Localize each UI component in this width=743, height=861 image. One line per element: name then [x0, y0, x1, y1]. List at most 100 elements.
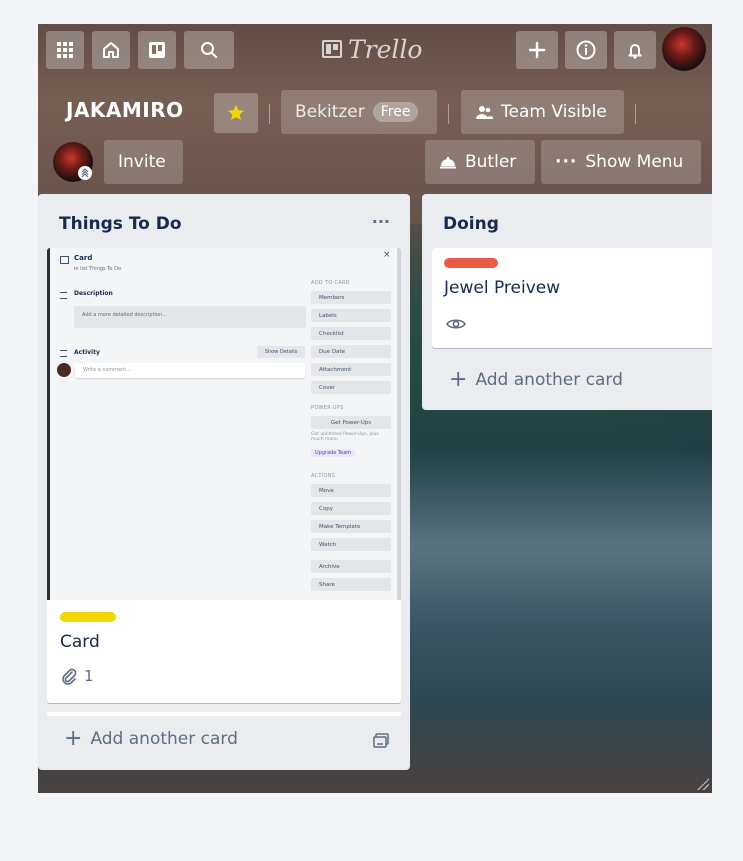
preview-comment-box: Write a comment... — [75, 363, 305, 378]
show-menu-button[interactable]: ··· Show Menu — [541, 140, 701, 184]
header-divider — [448, 104, 449, 124]
header-divider — [269, 104, 270, 124]
add-card-label: Add another card — [90, 729, 238, 749]
board-canvas: Trello JAKAMIRO Bekitzer Free Team Visib… — [38, 24, 712, 793]
invite-label: Invite — [118, 152, 166, 172]
visibility-button[interactable]: Team Visible — [461, 90, 624, 134]
preview-add-item: Attachment — [311, 363, 391, 376]
card-label-red[interactable] — [444, 258, 498, 268]
description-icon — [60, 292, 67, 299]
member-avatar[interactable] — [662, 27, 706, 71]
header-divider — [635, 104, 636, 124]
invite-button[interactable]: Invite — [104, 140, 183, 184]
paperclip-icon — [62, 668, 77, 685]
trello-logo-icon — [322, 40, 342, 58]
preview-show-details-label: Show Details — [264, 349, 298, 355]
preview-power-ups-heading: POWER-UPS — [311, 405, 344, 411]
search-button[interactable] — [184, 31, 234, 69]
list-footer-divider — [47, 712, 401, 716]
resize-handle[interactable] — [697, 778, 709, 790]
card-cover-image: Card in list Things To Do × Description … — [47, 248, 401, 600]
more-dots-icon: ··· — [555, 152, 578, 172]
preview-action-item: Watch — [311, 538, 391, 551]
butler-button[interactable]: Butler — [425, 140, 535, 184]
create-from-template-button[interactable] — [372, 732, 390, 754]
card-jewel-preivew[interactable]: Jewel Preivew — [432, 248, 712, 348]
add-card-button[interactable]: + Add another card — [64, 728, 238, 750]
home-button[interactable] — [92, 31, 130, 69]
team-plan-badge: Free — [372, 102, 419, 122]
search-icon — [201, 42, 218, 59]
watching-eye-icon — [446, 319, 466, 329]
preview-in-list: in list Things To Do — [74, 266, 121, 272]
team-name: Bekitzer — [295, 102, 365, 122]
preview-card-title: Card — [74, 254, 93, 262]
card-icon — [60, 256, 69, 264]
boards-button[interactable] — [138, 31, 176, 69]
preview-action-item: Copy — [311, 502, 391, 515]
preview-action-item: Make Template — [311, 520, 391, 533]
preview-add-item: Members — [311, 291, 391, 304]
add-card-label: Add another card — [475, 370, 623, 390]
preview-action-item: Move — [311, 484, 391, 497]
butler-label: Butler — [465, 152, 517, 172]
preview-add-item: Cover — [311, 381, 391, 394]
preview-action-item: Archive — [311, 560, 391, 573]
show-menu-label: Show Menu — [585, 152, 684, 172]
visibility-label: Team Visible — [501, 102, 607, 122]
plus-icon: + — [449, 367, 468, 392]
apps-grid-icon — [57, 42, 73, 58]
preview-description-label: Description — [74, 290, 113, 297]
preview-add-item: Checklist — [311, 327, 391, 340]
preview-comment-placeholder: Write a comment... — [83, 367, 131, 373]
plus-icon — [528, 41, 546, 59]
team-visible-icon — [476, 106, 493, 119]
trello-logo[interactable]: Trello — [322, 34, 422, 64]
admin-badge-icon — [78, 166, 92, 180]
bell-icon — [628, 44, 642, 59]
preview-description-box: Add a more detailed description... — [74, 306, 306, 328]
card-title: Jewel Preivew — [444, 278, 561, 298]
list-things-to-do: Things To Do ··· Card in list Things To … — [38, 194, 410, 770]
preview-add-to-card-heading: ADD TO CARD — [311, 280, 350, 286]
star-icon — [228, 105, 244, 120]
info-icon — [576, 40, 596, 60]
list-title[interactable]: Things To Do — [59, 214, 182, 234]
butler-icon — [440, 156, 456, 169]
home-icon — [103, 42, 119, 58]
preview-get-power-ups: Get Power-Ups — [311, 416, 391, 429]
info-button[interactable] — [565, 31, 607, 69]
preview-show-details: Show Details — [257, 346, 305, 358]
team-button[interactable]: Bekitzer Free — [281, 90, 437, 134]
add-card-button[interactable]: + Add another card — [449, 369, 623, 391]
preview-avatar — [57, 363, 71, 377]
list-doing: Doing Jewel Preivew + Add another card — [422, 194, 712, 410]
star-button[interactable] — [214, 93, 258, 133]
preview-add-item: Due Date — [311, 345, 391, 358]
preview-description-placeholder: Add a more detailed description... — [82, 312, 167, 318]
boards-icon — [149, 42, 165, 58]
preview-action-item: Share — [311, 578, 391, 591]
plus-icon: + — [64, 726, 83, 751]
notifications-button[interactable] — [614, 31, 656, 69]
preview-power-ups-note: Get unlimited Power-Ups, plus much more. — [311, 432, 379, 442]
card-label-yellow[interactable] — [60, 612, 116, 622]
close-icon: × — [383, 250, 391, 260]
card-card[interactable]: Card in list Things To Do × Description … — [47, 248, 401, 703]
preview-activity-label: Activity — [74, 349, 100, 356]
preview-upgrade-team: Upgrade Team — [311, 449, 356, 457]
board-name[interactable]: JAKAMIRO — [66, 98, 184, 122]
list-title[interactable]: Doing — [443, 214, 499, 234]
trello-logo-text: Trello — [348, 34, 423, 64]
activity-icon — [60, 350, 67, 357]
create-button[interactable] — [516, 31, 558, 69]
preview-left-border — [47, 248, 50, 600]
attachment-badge: 1 — [60, 667, 94, 685]
attachment-count: 1 — [84, 667, 94, 685]
list-menu-button[interactable]: ··· — [372, 212, 390, 231]
preview-scrollbar — [397, 248, 401, 600]
preview-actions-heading: ACTIONS — [311, 473, 336, 479]
apps-grid-button[interactable] — [46, 31, 84, 69]
preview-add-item: Labels — [311, 309, 391, 322]
template-icon — [373, 733, 389, 748]
